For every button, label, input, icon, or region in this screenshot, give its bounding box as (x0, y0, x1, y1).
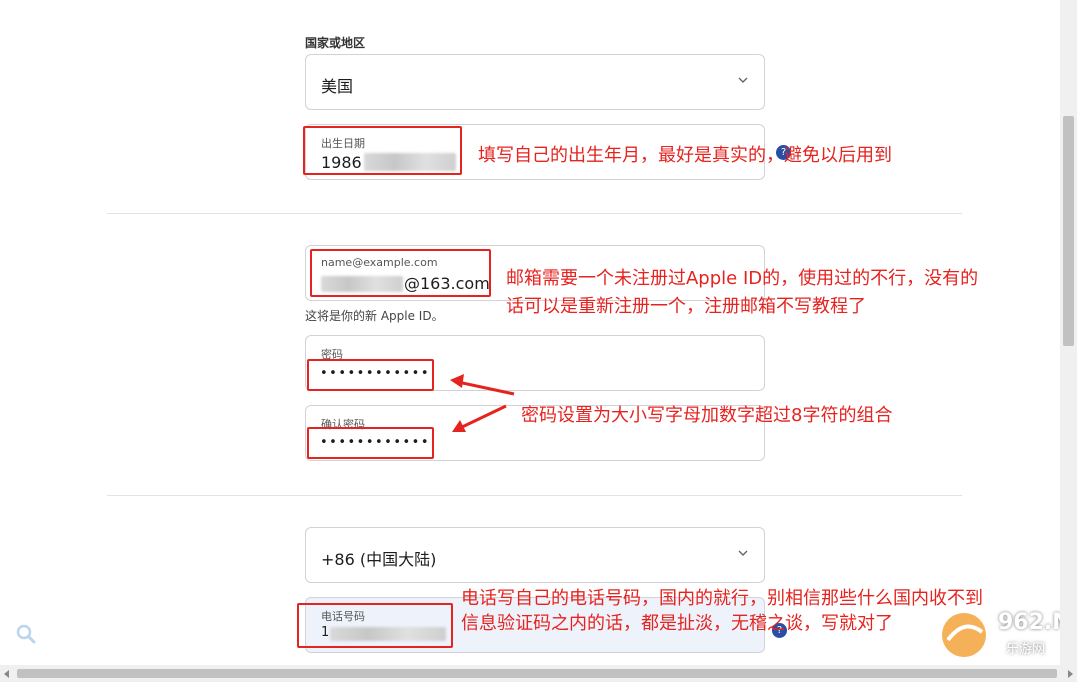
email-annotation-line1: 邮箱需要一个未注册过Apple ID的，使用过的不行，没有的 (506, 268, 979, 289)
vertical-scrollbar[interactable] (1060, 0, 1077, 665)
zoom-icon[interactable] (14, 622, 38, 646)
country-select[interactable]: 美国 (305, 54, 765, 110)
registration-form-page: 国家或地区 美国 出生日期 1986 ? 填写自己的出生年月，最好是真实的，避免… (0, 0, 1060, 665)
horizontal-scrollbar-thumb[interactable] (17, 669, 1057, 678)
scroll-right-arrow-icon[interactable] (1068, 670, 1073, 678)
vertical-scrollbar-thumb[interactable] (1063, 116, 1074, 346)
confirm-password-highlight-box (307, 427, 434, 459)
email-annotation-line2: 话可以是重新注册一个，注册邮箱不写教程了 (506, 296, 866, 317)
password-highlight-box (307, 359, 434, 391)
password-annotation: 密码设置为大小写字母加数字超过8字符的组合 (521, 405, 893, 426)
watermark-text: 962.NET (998, 610, 1060, 635)
chevron-down-icon (738, 550, 748, 556)
annotation-arrows (450, 374, 515, 432)
scroll-left-arrow-icon[interactable] (4, 670, 9, 678)
birthdate-annotation: 填写自己的出生年月，最好是真实的，避免以后用到 (478, 145, 892, 166)
email-highlight-box (310, 249, 491, 297)
phone-code-value: +86 (中国大陆) (321, 550, 437, 569)
watermark-subtext: 乐游网 (1006, 642, 1046, 657)
phone-highlight-box (297, 603, 453, 648)
section-divider (107, 213, 962, 214)
watermark-emblem-icon (942, 613, 986, 657)
section-divider-2 (107, 495, 962, 496)
horizontal-scrollbar[interactable] (0, 665, 1077, 682)
birthdate-highlight-box (303, 126, 462, 175)
chevron-down-icon (738, 77, 748, 83)
phone-country-code-select[interactable]: +86 (中国大陆) (305, 527, 765, 583)
phone-annotation-line2: 信息验证码之内的话，都是扯淡，无稽之谈，写就对了 (461, 613, 893, 634)
phone-annotation-line1: 电话写自己的电话号码，国内的就行，别相信那些什么国内收不到 (461, 588, 983, 609)
country-value: 美国 (321, 77, 354, 96)
country-label: 国家或地区 (305, 36, 366, 50)
site-watermark-logo: 962.NET 乐游网 (936, 606, 1060, 664)
email-helper-text: 这将是你的新 Apple ID。 (305, 309, 444, 323)
